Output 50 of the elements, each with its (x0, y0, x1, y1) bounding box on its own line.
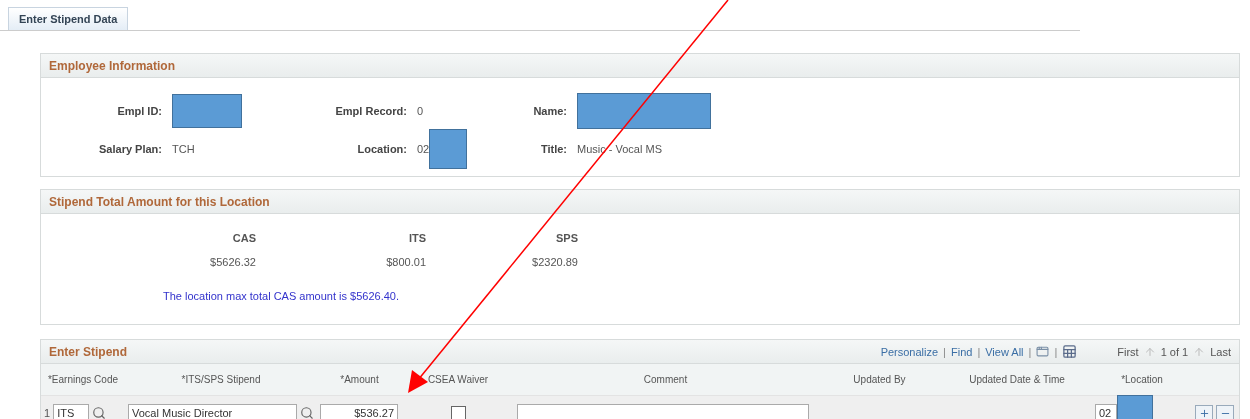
field-label: Salary Plan: (99, 143, 163, 155)
column-header: *Amount (340, 374, 379, 385)
field-value: TCH (172, 143, 195, 155)
separator: | (977, 345, 981, 358)
tab[interactable]: Enter Stipend Data (8, 7, 129, 30)
toolbar-link[interactable]: View All (985, 345, 1024, 358)
separator: | (943, 345, 946, 358)
field-label: Empl Record: (335, 105, 408, 117)
nav-link[interactable]: Last (1210, 345, 1231, 358)
field-label: Title: (540, 143, 568, 155)
column-heading: SPS (556, 232, 578, 244)
earnings-code-field[interactable]: ITS (53, 404, 90, 419)
column-header: Updated By (853, 374, 906, 385)
comment-field[interactable] (517, 404, 809, 419)
field-label: Empl ID: (117, 105, 163, 117)
checkbox[interactable] (450, 405, 466, 419)
field-label: Location: (357, 143, 408, 155)
field-value: 0 (417, 105, 424, 117)
panel-title: Employee Information (49, 58, 176, 73)
column-heading: ITS (408, 232, 426, 244)
separator: | (1054, 345, 1058, 358)
search-icon[interactable] (92, 406, 107, 419)
toolbar-link[interactable]: Personalize (880, 345, 939, 358)
row-number: 1 (44, 407, 51, 419)
spreadsheet-icon[interactable] (1062, 344, 1078, 359)
total-amount: $5626.32 (210, 256, 256, 268)
column-header: Comment (643, 374, 688, 385)
row-position: 1 of 1 (1160, 345, 1189, 358)
stipend-field[interactable]: Vocal Music Director (128, 404, 298, 419)
panel-title: Stipend Total Amount for this Location (49, 194, 270, 209)
column-header: *ITS/SPS Stipend (181, 374, 261, 385)
column-header: CSEA Waiver (427, 374, 489, 385)
panel-title: Enter Stipend (49, 344, 127, 359)
field-label: Name: (533, 105, 568, 117)
column-header: *Earnings Code (47, 374, 118, 385)
separator: | (1028, 345, 1032, 358)
window-icon[interactable] (1036, 345, 1050, 358)
column-header: *Location (1121, 374, 1163, 385)
amount-field[interactable]: $536.27 (320, 404, 398, 419)
total-amount: $2320.89 (532, 256, 578, 268)
total-amount: $800.01 (386, 256, 426, 268)
column-header: Updated Date & Time (969, 374, 1065, 385)
info-message: The location max total CAS amount is $5626.40. (162, 289, 401, 304)
toolbar-link[interactable]: Find (950, 345, 973, 358)
field-value: Music - Vocal MS (577, 143, 662, 155)
column-heading: CAS (232, 232, 256, 244)
field-value: 02 (417, 143, 430, 155)
search-icon[interactable] (300, 406, 314, 419)
nav-link[interactable]: First (1117, 345, 1139, 358)
location-field[interactable]: 02 (1095, 404, 1117, 419)
